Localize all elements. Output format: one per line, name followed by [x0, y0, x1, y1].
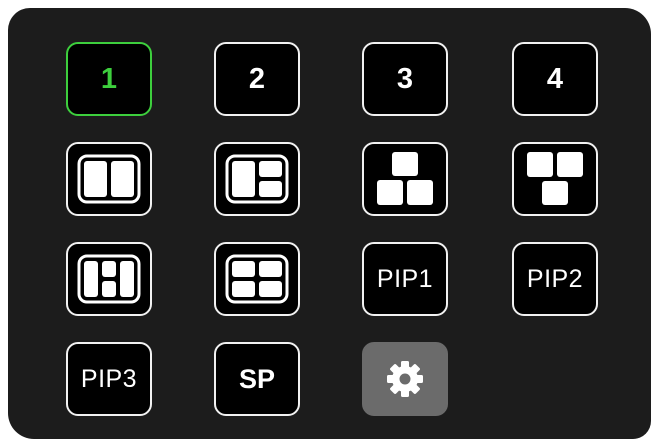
preset-3-button[interactable]: 3: [362, 42, 448, 116]
layout-inverted-pyramid-two-top-one-bottom-icon: [527, 152, 583, 205]
pip2-button[interactable]: PIP2: [512, 242, 598, 316]
preset-4-button[interactable]: 4: [512, 42, 598, 116]
layout-three-columns-middle-split-icon: [77, 254, 141, 304]
settings-button[interactable]: [362, 342, 448, 416]
layout-pyramid-one-top-two-bottom-icon: [377, 152, 433, 205]
layout-left-large-button[interactable]: [214, 142, 300, 216]
gear-icon: [387, 361, 423, 397]
pip1-button[interactable]: PIP1: [362, 242, 448, 316]
pip1-label: PIP1: [376, 264, 434, 293]
pip3-label: PIP3: [80, 364, 138, 393]
pip2-label: PIP2: [526, 264, 584, 293]
control-panel: 1 2 3 4 PIP1 PIP2 PIP3 SP: [8, 8, 651, 439]
preset-2-label: 2: [248, 62, 266, 95]
layout-pyramid-button[interactable]: [362, 142, 448, 216]
pip3-button[interactable]: PIP3: [66, 342, 152, 416]
sp-label: SP: [238, 363, 276, 394]
layout-split-two-button[interactable]: [66, 142, 152, 216]
layout-quad-button[interactable]: [214, 242, 300, 316]
layout-inverted-pyramid-button[interactable]: [512, 142, 598, 216]
sp-button[interactable]: SP: [214, 342, 300, 416]
preset-3-label: 3: [396, 62, 414, 95]
preset-1-button[interactable]: 1: [66, 42, 152, 116]
preset-1-label: 1: [100, 62, 118, 95]
layout-split-two-columns-icon: [77, 154, 141, 204]
preset-4-label: 4: [546, 62, 564, 95]
layout-quad-grid-icon: [225, 254, 289, 304]
preset-2-button[interactable]: 2: [214, 42, 300, 116]
layout-three-columns-button[interactable]: [66, 242, 152, 316]
layout-left-large-right-stacked-icon: [225, 154, 289, 204]
